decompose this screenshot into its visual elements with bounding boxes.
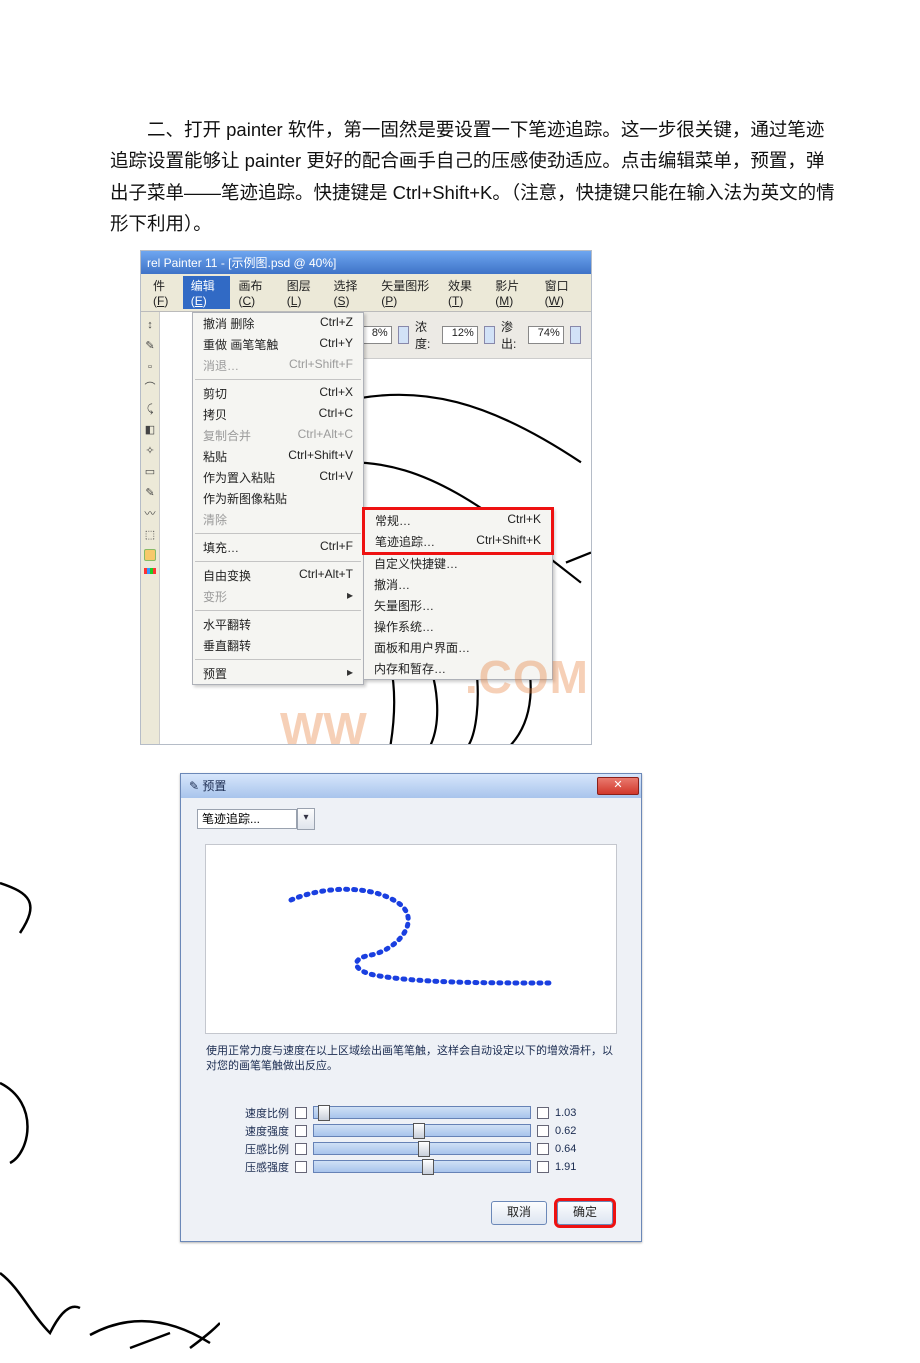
- slider-min-box[interactable]: [295, 1125, 307, 1137]
- slider-track[interactable]: [313, 1142, 531, 1155]
- hint-text: 使用正常力度与速度在以上区域绘出画笔笔触，这样会自动设定以下的增效滑杆，以对您的…: [206, 1044, 616, 1075]
- menu-item[interactable]: 复制合并Ctrl+Alt+C: [193, 425, 363, 446]
- slider-min-box[interactable]: [295, 1143, 307, 1155]
- slider-row: 压感强度 1.91: [231, 1159, 591, 1175]
- submenu-item[interactable]: 矢量图形…: [364, 595, 552, 616]
- menu-file[interactable]: 件(F): [145, 276, 183, 309]
- slider-thumb[interactable]: [418, 1141, 430, 1157]
- tool-icon[interactable]: ◧: [143, 423, 157, 437]
- slider-thumb[interactable]: [318, 1105, 330, 1121]
- slider-label: 速度比例: [231, 1105, 289, 1121]
- dialog-title: 预置: [202, 779, 226, 793]
- slider-row: 速度强度 0.62: [231, 1123, 591, 1139]
- tool-icon[interactable]: ⤹: [143, 402, 157, 416]
- slider-max-box[interactable]: [537, 1143, 549, 1155]
- category-select[interactable]: [197, 809, 297, 829]
- menu-item[interactable]: 剪切Ctrl+X: [193, 383, 363, 404]
- slider-value: 1.91: [555, 1161, 591, 1173]
- menu-item[interactable]: 清除: [193, 509, 363, 530]
- submenu-item[interactable]: 笔迹追踪…Ctrl+Shift+K: [365, 531, 551, 552]
- slider-label: 压感强度: [231, 1159, 289, 1175]
- menu-item[interactable]: 填充…Ctrl+F: [193, 537, 363, 558]
- painter-window: rel Painter 11 - [示例图.psd @ 40%] 件(F) 编辑…: [140, 250, 592, 745]
- stroke-test-area[interactable]: [205, 844, 617, 1034]
- tool-icon[interactable]: ✎: [143, 486, 157, 500]
- preferences-dialog: ✎ 预置 ✕ ▾ 使用正常力度与速度在以上区域绘出画笔笔触，这样会自动设定以下的…: [180, 773, 642, 1242]
- menu-item[interactable]: 自由变换Ctrl+Alt+T: [193, 565, 363, 586]
- canvas: 8% 浓度: 12% 渗出: 74%: [160, 312, 591, 744]
- ok-button[interactable]: 确定: [557, 1201, 613, 1225]
- slider-min-box[interactable]: [295, 1161, 307, 1173]
- tool-icon[interactable]: ▫: [143, 360, 157, 374]
- slider-label: 速度强度: [231, 1123, 289, 1139]
- menu-shapes[interactable]: 矢量图形(P): [373, 276, 440, 309]
- menu-edit[interactable]: 编辑(E): [183, 276, 231, 309]
- edit-dropdown: 撤消 删除Ctrl+Z重做 画笔笔触Ctrl+Y消退…Ctrl+Shift+F 剪…: [192, 312, 364, 685]
- tool-icon[interactable]: ⌒: [143, 381, 157, 395]
- slider-label: 压感比例: [231, 1141, 289, 1157]
- tool-icon[interactable]: ↕: [143, 318, 157, 332]
- menu-item[interactable]: 水平翻转: [193, 614, 363, 635]
- menu-item[interactable]: 垂直翻转: [193, 635, 363, 656]
- slider-group: 速度比例 1.03 速度强度 0.62 压感比例 0.64 压感强度 1.91: [231, 1105, 591, 1175]
- slider-value: 1.03: [555, 1107, 591, 1119]
- category-dropdown[interactable]: ▾: [297, 808, 315, 830]
- slider-row: 速度比例 1.03: [231, 1105, 591, 1121]
- submenu-item[interactable]: 撤消…: [364, 574, 552, 595]
- slider-max-box[interactable]: [537, 1125, 549, 1137]
- menu-window[interactable]: 窗口(W): [537, 276, 587, 309]
- menu-item[interactable]: 拷贝Ctrl+C: [193, 404, 363, 425]
- submenu-item[interactable]: 自定义快捷键…: [364, 553, 552, 574]
- slider-min-box[interactable]: [295, 1107, 307, 1119]
- tool-icon[interactable]: ✎: [143, 339, 157, 353]
- menu-item[interactable]: 重做 画笔笔触Ctrl+Y: [193, 334, 363, 355]
- tool-icon[interactable]: 〰: [143, 507, 157, 521]
- submenu-item[interactable]: 常规…Ctrl+K: [365, 510, 551, 531]
- tool-strip: ↕ ✎ ▫ ⌒ ⤹ ◧ ✧ ▭ ✎ 〰 ⬚: [141, 312, 160, 744]
- menu-effects[interactable]: 效果(T): [440, 276, 487, 309]
- slider-value: 0.64: [555, 1143, 591, 1155]
- slider-thumb[interactable]: [422, 1159, 434, 1175]
- menu-select[interactable]: 选择(S): [325, 276, 373, 309]
- slider-track[interactable]: [313, 1160, 531, 1173]
- menu-movie[interactable]: 影片(M): [487, 276, 536, 309]
- menu-item[interactable]: 作为新图像粘贴: [193, 488, 363, 509]
- slider-value: 0.62: [555, 1125, 591, 1137]
- menu-item[interactable]: 预置▸: [193, 663, 363, 684]
- tool-icon[interactable]: ▭: [143, 465, 157, 479]
- instruction-paragraph: 二、打开 painter 软件，第一固然是要设置一下笔迹追踪。这一步很关键，通过…: [0, 0, 920, 250]
- tool-icon[interactable]: ✧: [143, 444, 157, 458]
- brush-icon: ✎: [189, 779, 199, 793]
- slider-row: 压感比例 0.64: [231, 1141, 591, 1157]
- slider-track[interactable]: [313, 1106, 531, 1119]
- menu-item[interactable]: 粘贴Ctrl+Shift+V: [193, 446, 363, 467]
- menu-item[interactable]: 消退…Ctrl+Shift+F: [193, 355, 363, 376]
- slider-track[interactable]: [313, 1124, 531, 1137]
- slider-max-box[interactable]: [537, 1161, 549, 1173]
- dialog-titlebar: ✎ 预置 ✕: [181, 774, 641, 798]
- slider-thumb[interactable]: [413, 1123, 425, 1139]
- menu-layer[interactable]: 图层(L): [279, 276, 326, 309]
- color-swatches[interactable]: [144, 568, 156, 574]
- cancel-button[interactable]: 取消: [491, 1201, 547, 1225]
- menu-item[interactable]: 作为置入粘贴Ctrl+V: [193, 467, 363, 488]
- submenu-item[interactable]: 操作系统…: [364, 616, 552, 637]
- menu-item[interactable]: 变形▸: [193, 586, 363, 607]
- slider-max-box[interactable]: [537, 1107, 549, 1119]
- menu-canvas[interactable]: 画布(C): [230, 276, 278, 309]
- tool-icon[interactable]: ⬚: [143, 528, 157, 542]
- menubar: 件(F) 编辑(E) 画布(C) 图层(L) 选择(S) 矢量图形(P) 效果(…: [141, 274, 591, 312]
- watermark: .COM: [465, 650, 589, 704]
- close-button[interactable]: ✕: [597, 777, 639, 795]
- window-title: rel Painter 11 - [示例图.psd @ 40%]: [141, 251, 591, 274]
- menu-item[interactable]: 撤消 删除Ctrl+Z: [193, 313, 363, 334]
- watermark: WW: [280, 702, 367, 744]
- foreground-color[interactable]: [144, 549, 156, 561]
